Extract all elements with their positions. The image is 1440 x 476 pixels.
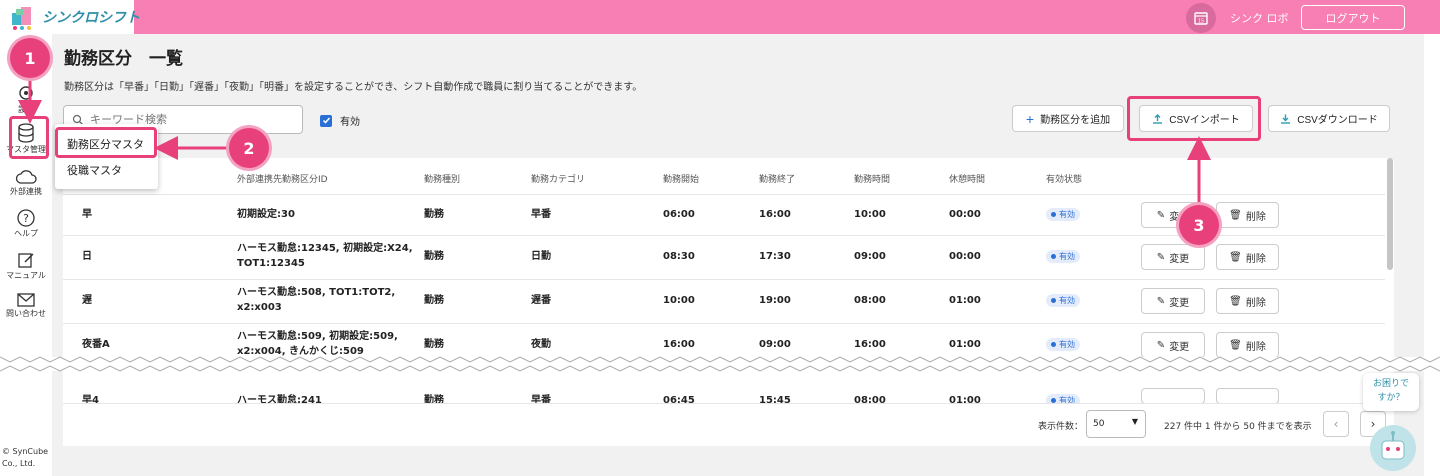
annotation-arrows (18, 78, 1211, 205)
step-badge-2: 2 (229, 128, 269, 168)
step-badge-3: 3 (1179, 205, 1219, 245)
step-badge-1: 1 (10, 38, 50, 78)
